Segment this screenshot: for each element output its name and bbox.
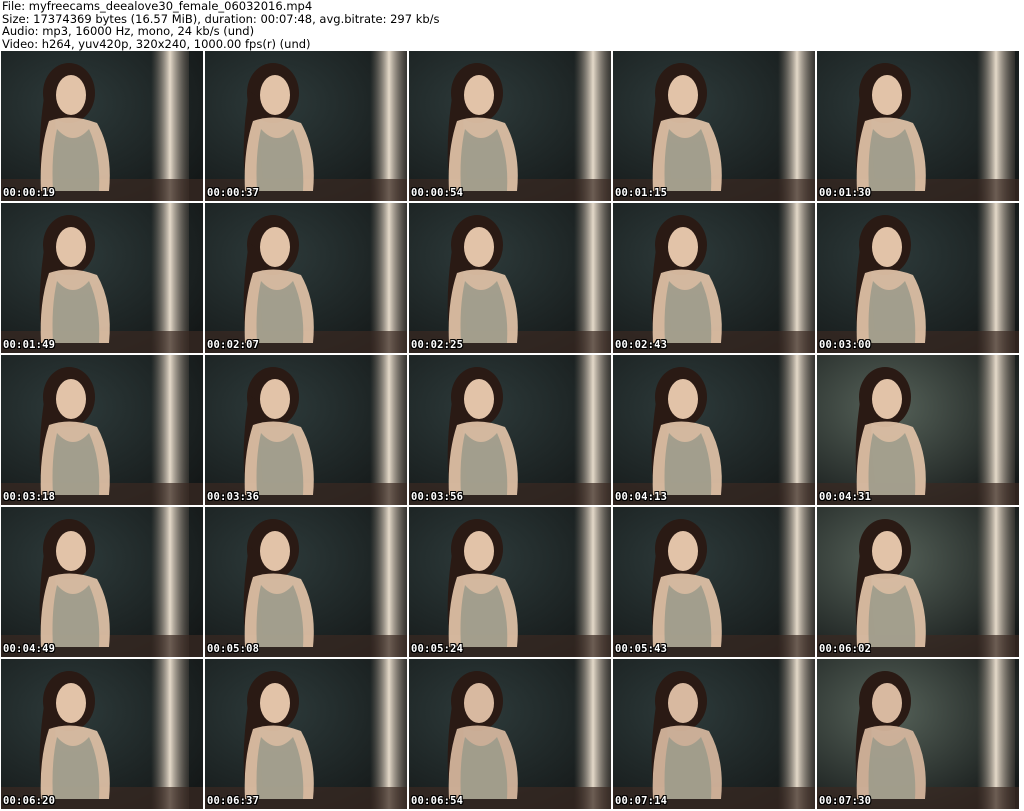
video-thumbnail: 00:00:54 <box>409 51 611 201</box>
frame-image <box>409 203 611 353</box>
frame-image <box>817 203 1019 353</box>
video-thumbnail: 00:01:30 <box>817 51 1019 201</box>
thumbnail-timestamp: 00:03:00 <box>819 339 872 351</box>
thumbnail-timestamp: 00:04:31 <box>819 491 872 503</box>
video-thumbnail: 00:04:49 <box>1 507 203 657</box>
video-thumbnail: 00:06:54 <box>409 659 611 809</box>
thumbnail-timestamp: 00:00:37 <box>207 187 260 199</box>
thumbnail-timestamp: 00:07:30 <box>819 795 872 807</box>
frame-image <box>817 51 1019 201</box>
frame-image <box>1 507 203 657</box>
video-thumbnail: 00:01:15 <box>613 51 815 201</box>
video-thumbnail: 00:03:36 <box>205 355 407 505</box>
video-thumbnail: 00:00:19 <box>1 51 203 201</box>
frame-image <box>613 659 815 809</box>
frame-image <box>409 51 611 201</box>
video-info-line: Video: h264, yuv420p, 320x240, 1000.00 f… <box>2 36 311 51</box>
thumbnail-timestamp: 00:01:49 <box>3 339 56 351</box>
thumbnail-timestamp: 00:03:18 <box>3 491 56 503</box>
frame-image <box>613 507 815 657</box>
frame-image <box>613 355 815 505</box>
frame-image <box>613 203 815 353</box>
frame-image <box>817 659 1019 809</box>
frame-image <box>205 355 407 505</box>
frame-image <box>205 659 407 809</box>
thumbnail-timestamp: 00:06:20 <box>3 795 56 807</box>
video-thumbnail: 00:07:14 <box>613 659 815 809</box>
video-thumbnail: 00:03:18 <box>1 355 203 505</box>
thumbnail-timestamp: 00:05:08 <box>207 643 260 655</box>
thumbnail-timestamp: 00:06:37 <box>207 795 260 807</box>
video-thumbnail: 00:06:37 <box>205 659 407 809</box>
frame-image <box>205 51 407 201</box>
video-thumbnail: 00:05:43 <box>613 507 815 657</box>
frame-image <box>817 355 1019 505</box>
thumbnail-timestamp: 00:02:07 <box>207 339 260 351</box>
video-thumbnail: 00:01:49 <box>1 203 203 353</box>
thumbnail-timestamp: 00:05:24 <box>411 643 464 655</box>
thumbnail-timestamp: 00:03:36 <box>207 491 260 503</box>
video-thumbnail: 00:04:13 <box>613 355 815 505</box>
video-thumbnail: 00:06:20 <box>1 659 203 809</box>
thumbnail-timestamp: 00:00:19 <box>3 187 56 199</box>
frame-image <box>205 507 407 657</box>
frame-image <box>817 507 1019 657</box>
video-thumbnail: 00:05:24 <box>409 507 611 657</box>
thumbnail-timestamp: 00:06:02 <box>819 643 872 655</box>
video-thumbnail: 00:05:08 <box>205 507 407 657</box>
frame-image <box>613 51 815 201</box>
thumbnail-timestamp: 00:02:25 <box>411 339 464 351</box>
frame-image <box>205 203 407 353</box>
file-name-line: File: myfreecams_deealove30_female_06032… <box>2 0 313 13</box>
frame-image <box>1 355 203 505</box>
frame-image <box>1 203 203 353</box>
thumbnail-timestamp: 00:04:49 <box>3 643 56 655</box>
thumbnail-grid: 00:00:19 00:00:37 00:00:54 00:01:15 00:01:30… <box>1 51 1023 811</box>
media-info-header: File: myfreecams_deealove30_female_06032… <box>2 0 1022 50</box>
video-thumbnail: 00:03:00 <box>817 203 1019 353</box>
video-thumbnail: 00:02:43 <box>613 203 815 353</box>
thumbnail-timestamp: 00:03:56 <box>411 491 464 503</box>
frame-image <box>409 355 611 505</box>
frame-image <box>409 507 611 657</box>
frame-image <box>409 659 611 809</box>
video-thumbnail: 00:00:37 <box>205 51 407 201</box>
thumbnail-timestamp: 00:01:15 <box>615 187 668 199</box>
frame-image <box>1 659 203 809</box>
thumbnail-timestamp: 00:04:13 <box>615 491 668 503</box>
thumbnail-timestamp: 00:01:30 <box>819 187 872 199</box>
video-thumbnail: 00:03:56 <box>409 355 611 505</box>
frame-image <box>1 51 203 201</box>
thumbnail-timestamp: 00:06:54 <box>411 795 464 807</box>
thumbnail-timestamp: 00:07:14 <box>615 795 668 807</box>
thumbnail-timestamp: 00:05:43 <box>615 643 668 655</box>
video-thumbnail: 00:02:25 <box>409 203 611 353</box>
video-thumbnail: 00:04:31 <box>817 355 1019 505</box>
thumbnail-timestamp: 00:02:43 <box>615 339 668 351</box>
thumbnail-timestamp: 00:00:54 <box>411 187 464 199</box>
video-thumbnail: 00:07:30 <box>817 659 1019 809</box>
audio-info-line: Audio: mp3, 16000 Hz, mono, 24 kb/s (und… <box>2 24 255 38</box>
video-thumbnail: 00:06:02 <box>817 507 1019 657</box>
video-thumbnail: 00:02:07 <box>205 203 407 353</box>
